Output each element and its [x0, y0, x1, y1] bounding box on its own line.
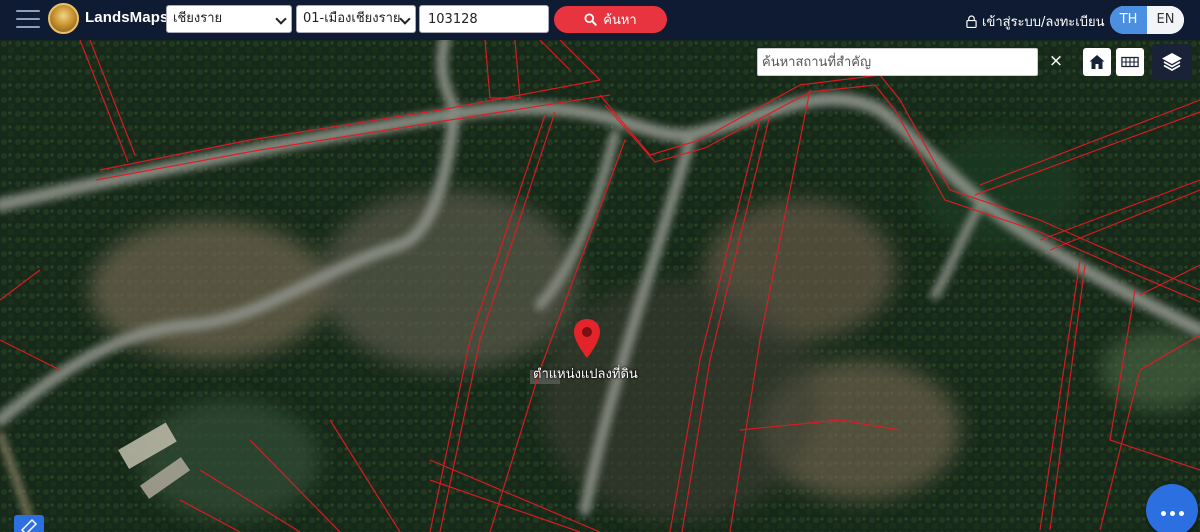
parcel-number-input[interactable]: [419, 5, 549, 33]
map-pin-icon[interactable]: [572, 318, 602, 360]
province-select[interactable]: เชียงราย: [166, 5, 292, 33]
province-select-value: เชียงราย: [173, 11, 223, 26]
login-link[interactable]: เข้าสู่ระบบ/ลงทะเบียน: [966, 11, 1104, 32]
top-navbar: LandsMaps เชียงราย 01-เมืองเชียงราย ค้นห…: [0, 0, 1200, 40]
chevron-down-icon: [275, 13, 287, 25]
home-icon: [1089, 55, 1105, 69]
marker-label: ตำแหน่งแปลงที่ดิน: [533, 367, 638, 382]
login-label: เข้าสู่ระบบ/ลงทะเบียน: [982, 15, 1105, 30]
search-button-label: ค้นหา: [603, 13, 637, 28]
measure-button[interactable]: [14, 515, 44, 532]
lang-th-button[interactable]: TH: [1110, 6, 1147, 34]
language-toggle[interactable]: TH EN: [1110, 6, 1184, 34]
district-select[interactable]: 01-เมืองเชียงราย: [296, 5, 416, 33]
chat-button[interactable]: [1146, 484, 1198, 532]
menu-icon[interactable]: [16, 10, 40, 30]
lock-icon: [966, 15, 977, 28]
chat-icon: [1159, 501, 1186, 520]
search-icon: [584, 13, 598, 26]
home-button[interactable]: [1083, 48, 1111, 76]
logo-icon: [48, 3, 79, 34]
search-button[interactable]: ค้นหา: [554, 6, 667, 33]
lang-en-button[interactable]: EN: [1147, 6, 1184, 34]
chevron-down-icon: [399, 13, 411, 25]
grid-button[interactable]: [1116, 48, 1144, 76]
grid-icon: [1121, 56, 1139, 68]
satellite-imagery: [0, 40, 1200, 532]
close-icon[interactable]: ×: [1046, 50, 1066, 72]
brand-name: LandsMaps: [85, 9, 169, 26]
layers-button[interactable]: [1152, 44, 1192, 80]
layers-icon: [1162, 53, 1182, 72]
satellite-map[interactable]: ตำแหน่งแปลงที่ดิน: [0, 40, 1200, 532]
ruler-icon: [20, 518, 38, 532]
district-select-value: 01-เมืองเชียงราย: [303, 11, 401, 26]
place-search-input[interactable]: [757, 48, 1038, 76]
